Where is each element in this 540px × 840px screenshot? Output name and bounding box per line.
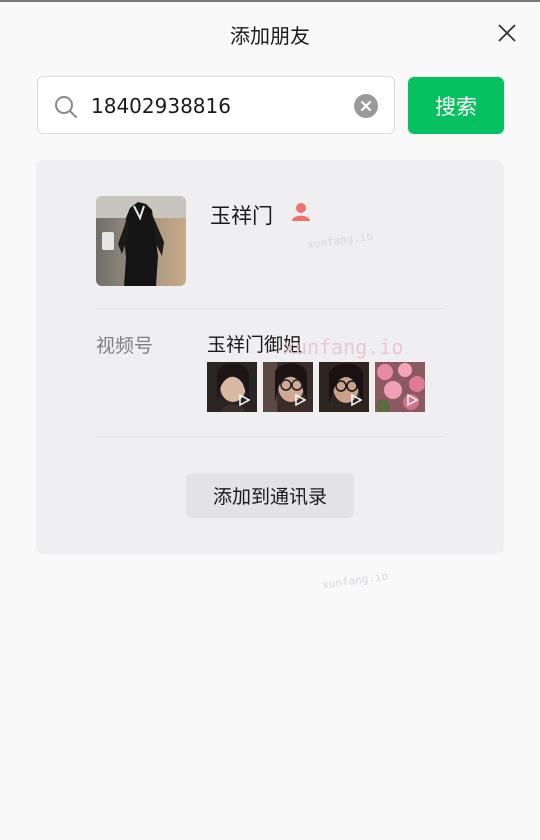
search-input[interactable] bbox=[91, 77, 341, 135]
female-icon bbox=[290, 201, 312, 223]
channels-name[interactable]: 玉祥门御姐 bbox=[207, 330, 302, 357]
watermark: xunfang.io bbox=[321, 569, 389, 592]
search-icon bbox=[54, 95, 78, 119]
window-title: 添加朋友 bbox=[230, 24, 310, 48]
video-thumbnail[interactable] bbox=[207, 362, 257, 412]
play-icon bbox=[405, 392, 419, 407]
video-thumbnail[interactable] bbox=[263, 362, 313, 412]
close-icon[interactable] bbox=[496, 22, 518, 44]
search-button[interactable]: 搜索 bbox=[408, 77, 504, 134]
contact-name: 玉祥门 bbox=[210, 204, 273, 228]
divider bbox=[96, 308, 444, 309]
search-result-card: 玉祥门 视频号 玉祥门御姐 添加到通讯录 bbox=[36, 160, 504, 554]
add-friend-window: 添加朋友 搜索 bbox=[0, 0, 540, 840]
play-icon bbox=[349, 392, 363, 407]
add-to-contacts-button[interactable]: 添加到通讯录 bbox=[186, 473, 354, 518]
play-icon bbox=[293, 392, 307, 407]
search-box[interactable] bbox=[37, 76, 395, 135]
play-icon bbox=[237, 392, 251, 407]
clear-icon[interactable] bbox=[354, 94, 378, 118]
video-thumbnail[interactable] bbox=[319, 362, 369, 412]
video-thumbnail[interactable] bbox=[375, 362, 425, 412]
channels-thumbnails bbox=[207, 362, 425, 412]
avatar[interactable] bbox=[96, 196, 186, 286]
channels-label: 视频号 bbox=[96, 335, 154, 357]
divider bbox=[96, 436, 444, 437]
